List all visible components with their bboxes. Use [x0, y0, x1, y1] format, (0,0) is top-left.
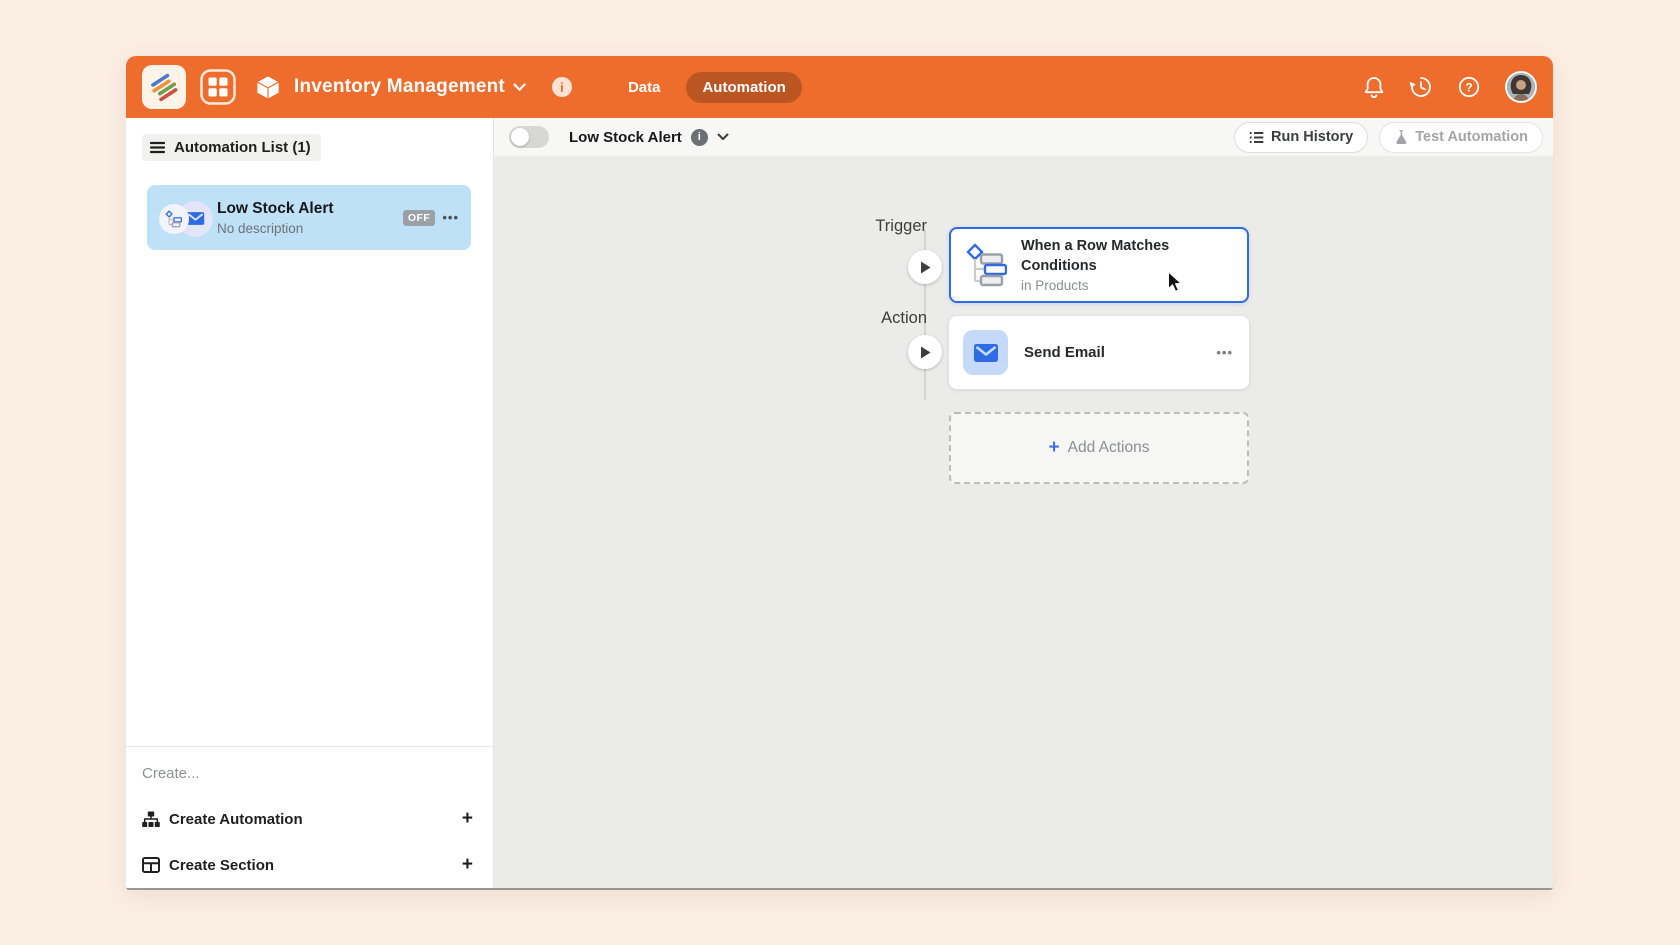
app-logo[interactable]: [142, 65, 186, 109]
email-icon-tile: [963, 330, 1008, 375]
automation-list-label: Automation List (1): [174, 139, 311, 156]
sidebar: Automation List (1): [126, 118, 494, 888]
history-icon[interactable]: [1409, 75, 1433, 99]
workspace-grid-button[interactable]: [198, 67, 238, 107]
status-badge: OFF: [403, 210, 436, 226]
test-automation-button[interactable]: Test Automation: [1379, 122, 1543, 153]
trigger-card-title: When a Row Matches Conditions: [1021, 237, 1191, 276]
app-logo-icon: [149, 72, 179, 102]
action-label: Action: [807, 309, 927, 328]
base-title[interactable]: Inventory Management: [294, 76, 526, 98]
trigger-label: Trigger: [807, 217, 927, 236]
automation-item-text: Low Stock Alert No description: [217, 200, 403, 236]
trigger-card-subtitle: in Products: [1021, 278, 1191, 293]
add-actions-button[interactable]: + Add Actions: [949, 412, 1249, 484]
plus-icon: +: [1049, 437, 1060, 459]
toggle-knob: [511, 128, 529, 146]
run-action-button[interactable]: [908, 335, 942, 369]
automation-item-description: No description: [217, 221, 403, 236]
header-tabs: Data Automation: [612, 72, 802, 103]
grid-icon: [199, 68, 237, 106]
svg-text:?: ?: [1465, 80, 1472, 94]
run-history-button[interactable]: Run History: [1234, 122, 1368, 153]
automation-list-header[interactable]: Automation List (1): [142, 134, 321, 161]
automation-list-item[interactable]: Low Stock Alert No description OFF •••: [147, 185, 471, 250]
base-cube-icon: [254, 73, 282, 101]
automation-item-right: OFF •••: [403, 210, 459, 226]
send-email-card[interactable]: Send Email •••: [949, 316, 1249, 389]
action-more-options-icon[interactable]: •••: [1216, 345, 1233, 360]
sitemap-icon: [142, 811, 160, 828]
automation-item-title: Low Stock Alert: [217, 200, 403, 218]
add-actions-label: Add Actions: [1068, 439, 1150, 457]
toolbar-buttons: Run History Test Automation: [1234, 122, 1543, 153]
sidebar-create-section: Create... Create Automation +: [126, 746, 493, 888]
envelope-icon: [973, 343, 999, 363]
automation-info-icon[interactable]: i: [691, 129, 708, 146]
create-automation-label: Create Automation: [169, 811, 303, 828]
create-section-button[interactable]: Create Section +: [142, 842, 477, 888]
sidebar-spacer: [126, 250, 493, 746]
run-trigger-button[interactable]: [908, 250, 942, 284]
automation-name: Low Stock Alert: [569, 129, 682, 146]
create-label: Create...: [142, 759, 477, 796]
automation-enable-toggle[interactable]: [509, 126, 549, 148]
tab-automation[interactable]: Automation: [686, 72, 801, 103]
avatar-portrait: [1507, 73, 1535, 101]
mouse-cursor-icon: [1167, 271, 1184, 293]
row-condition-icon: [165, 210, 183, 228]
create-section-label: Create Section: [169, 857, 274, 874]
run-history-icon: [1249, 131, 1264, 144]
chevron-down-icon[interactable]: [717, 133, 729, 141]
header-right-icons: ?: [1363, 71, 1537, 103]
page-title: Inventory Management: [294, 76, 505, 98]
avatar[interactable]: [1505, 71, 1537, 103]
sidebar-header: Automation List (1): [126, 118, 493, 171]
table-icon: [142, 857, 160, 873]
automation-canvas: Low Stock Alert i: [494, 118, 1553, 888]
canvas-toolbar: Low Stock Alert i: [494, 118, 1553, 157]
top-header: Inventory Management i Data Automation ?: [126, 56, 1553, 118]
trigger-card-text: When a Row Matches Conditions in Product…: [1021, 237, 1191, 293]
tab-data[interactable]: Data: [612, 72, 677, 103]
hamburger-icon: [150, 141, 165, 154]
create-automation-button[interactable]: Create Automation +: [142, 796, 477, 842]
action-card-title: Send Email: [1024, 344, 1200, 361]
condition-circle: [159, 204, 189, 234]
help-icon[interactable]: ?: [1457, 75, 1481, 99]
item-more-options-icon[interactable]: •••: [442, 210, 459, 225]
bell-icon[interactable]: [1363, 75, 1385, 99]
play-icon: [919, 345, 932, 360]
play-icon: [919, 260, 932, 275]
row-condition-icon: [965, 243, 1007, 287]
app-window: Inventory Management i Data Automation ?: [126, 56, 1553, 890]
test-automation-label: Test Automation: [1415, 129, 1528, 145]
automation-item-icons: [159, 199, 217, 237]
plus-icon: +: [462, 808, 473, 830]
main-area: Automation List (1): [126, 118, 1553, 888]
flow-area: Trigger When a Row Matches: [494, 157, 1553, 888]
run-history-label: Run History: [1271, 129, 1353, 145]
chevron-down-icon: [513, 83, 526, 92]
flask-icon: [1394, 129, 1408, 145]
plus-icon: +: [462, 854, 473, 876]
trigger-card[interactable]: When a Row Matches Conditions in Product…: [949, 227, 1249, 303]
base-info-icon[interactable]: i: [552, 77, 572, 97]
